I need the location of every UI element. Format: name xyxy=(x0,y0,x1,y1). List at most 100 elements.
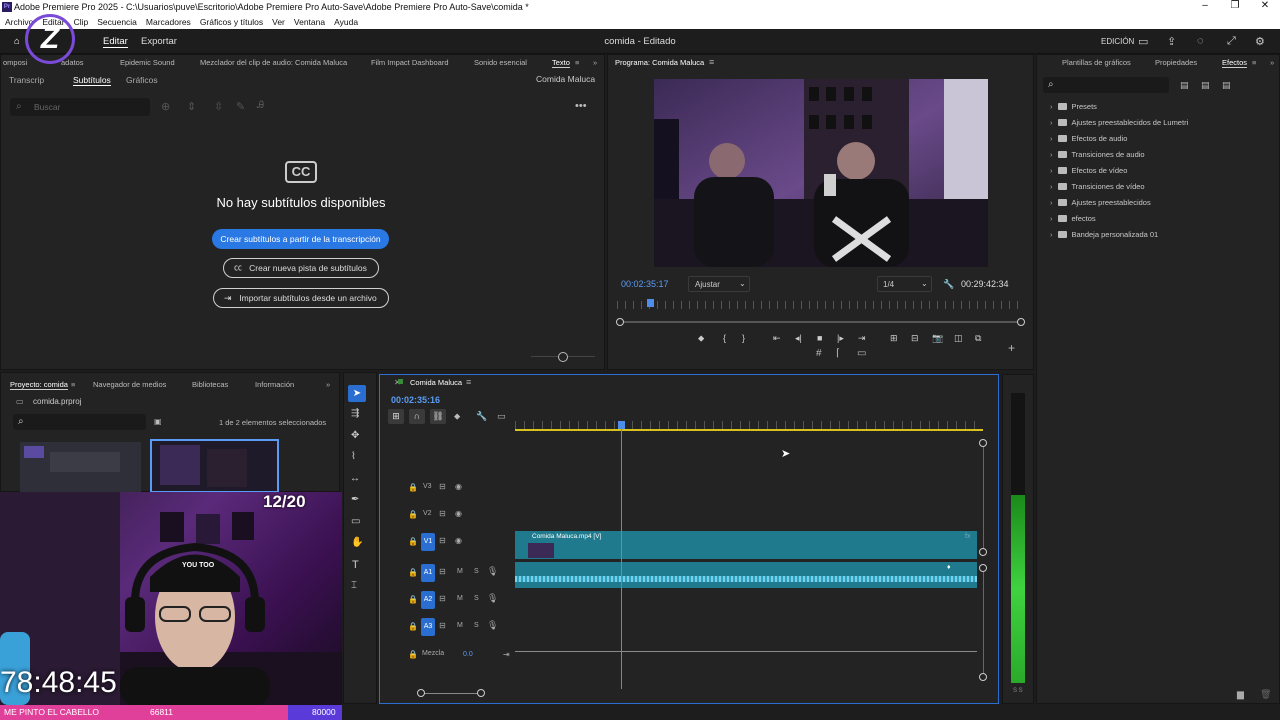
lift-icon[interactable]: ⊞ xyxy=(890,333,898,344)
track-id[interactable]: V2 xyxy=(423,510,432,517)
panel-overflow-icon[interactable]: » xyxy=(1270,58,1274,67)
mute-button[interactable]: M xyxy=(457,622,463,629)
stop-icon[interactable]: ■ xyxy=(817,333,822,343)
new-caption-track-button[interactable]: ㏄ Crear nueva pista de subtítulos xyxy=(223,258,379,278)
subtab-captions[interactable]: Subtítulos xyxy=(73,75,111,86)
work-area-bar[interactable] xyxy=(515,429,983,431)
caption-tool-icon[interactable]: ⌶ xyxy=(351,580,357,591)
effects-folder-7[interactable]: › efectos xyxy=(1050,214,1096,223)
solo-button[interactable]: S xyxy=(474,595,479,602)
panel-overflow-icon[interactable]: » xyxy=(593,58,597,67)
a-scroll-top[interactable] xyxy=(979,564,987,572)
lock-icon[interactable]: 🔒 xyxy=(408,483,418,492)
effects-folder-5[interactable]: › Transiciones de vídeo xyxy=(1050,182,1145,191)
thumbnail-clip-selected[interactable] xyxy=(150,439,279,493)
program-monitor-title[interactable]: Programa: Comida Maluca xyxy=(615,58,704,67)
menu-sequence[interactable]: Secuencia xyxy=(97,15,137,29)
rectangle-tool-icon[interactable]: ▭ xyxy=(351,516,360,527)
subtab-graphics[interactable]: Gráficos xyxy=(126,75,158,85)
safe-margins-icon[interactable]: # xyxy=(816,348,822,359)
tab-effects[interactable]: Efectos xyxy=(1222,58,1248,68)
scroll-right-handle[interactable] xyxy=(1017,318,1025,326)
v-scrollbar[interactable] xyxy=(983,447,984,548)
comparison-view-icon[interactable]: ◫ xyxy=(954,333,963,344)
tab-media-browser[interactable]: Navegador de medios xyxy=(93,380,166,389)
panel-menu-icon[interactable]: ≡ xyxy=(1252,58,1256,67)
zoom-scrollbar[interactable] xyxy=(420,693,480,694)
tab-composition[interactable]: omposi xyxy=(3,58,27,67)
workspaces-icon[interactable]: ▭ xyxy=(1138,35,1148,48)
crop-icon[interactable]: ⌈ xyxy=(836,348,840,359)
mark-in-icon[interactable]: { xyxy=(723,333,726,343)
effects-folder-4[interactable]: › Efectos de vídeo xyxy=(1050,166,1127,175)
razor-tool-icon[interactable]: ⌇ xyxy=(351,451,356,462)
tab-essential-sound[interactable]: Sonido esencial xyxy=(474,58,527,67)
eye-icon[interactable]: ◉ xyxy=(455,536,462,545)
eye-icon[interactable]: ◉ xyxy=(455,482,462,491)
progress-icon[interactable]: ◌ xyxy=(1197,35,1204,47)
solo-button[interactable]: S xyxy=(474,568,479,575)
delete-icon[interactable]: 🗑 xyxy=(1260,689,1271,700)
v-scroll-mid[interactable] xyxy=(979,548,987,556)
timeline-playhead-handle[interactable] xyxy=(618,421,626,429)
edit-icon[interactable]: ✎ xyxy=(236,100,245,113)
v-scroll-top[interactable] xyxy=(979,439,987,447)
track-target[interactable]: A2 xyxy=(421,591,435,609)
track-target[interactable]: A1 xyxy=(421,564,435,582)
selection-tool-icon[interactable]: ➤ xyxy=(348,385,366,402)
go-to-out-icon[interactable]: ⇥ xyxy=(858,333,866,344)
zoom-slider-handle[interactable] xyxy=(558,352,568,362)
quick-export-icon[interactable]: ⇪ xyxy=(1167,35,1176,48)
step-forward-icon[interactable]: |▸ xyxy=(837,333,844,344)
yuv-effects-icon[interactable]: ▤ xyxy=(1222,80,1231,91)
sync-lock-icon[interactable]: ⊟ xyxy=(439,536,446,545)
microphone-icon[interactable]: 🎙 xyxy=(487,620,498,631)
captions-toggle-icon[interactable]: ▭ xyxy=(497,411,506,422)
linked-selection-icon[interactable]: ⛓ xyxy=(430,409,446,424)
extract-icon[interactable]: ⊟ xyxy=(911,333,919,344)
program-playhead[interactable] xyxy=(646,299,654,307)
snap-icon[interactable]: ∩ xyxy=(409,409,425,424)
lock-icon[interactable]: 🔒 xyxy=(408,650,418,659)
panel-menu-icon[interactable]: ≡ xyxy=(575,58,579,67)
tab-properties[interactable]: Propiedades xyxy=(1155,58,1197,67)
step-back-icon[interactable]: ◂| xyxy=(795,333,802,344)
add-marker-icon[interactable]: ⬥ xyxy=(698,333,704,344)
tab-project[interactable]: Proyecto: comida xyxy=(10,380,68,390)
track-id[interactable]: V3 xyxy=(423,483,432,490)
nest-icon[interactable]: ⊞ xyxy=(388,409,404,424)
merge-caption-icon[interactable]: ⇳ xyxy=(214,100,223,113)
tab-info[interactable]: Información xyxy=(255,380,294,389)
program-timecode[interactable]: 00:02:35:17 xyxy=(621,279,669,289)
zoom-handle-right[interactable] xyxy=(477,689,485,697)
menu-markers[interactable]: Marcadores xyxy=(146,15,191,29)
tab-graphics-templates[interactable]: Plantillas de gráficos xyxy=(1062,58,1131,67)
lock-icon[interactable]: 🔒 xyxy=(408,537,418,546)
add-marker-icon[interactable]: ⬥ xyxy=(454,411,460,422)
track-select-tool-icon[interactable]: ⇶ xyxy=(351,408,359,419)
create-from-transcript-button[interactable]: Crear subtítulos a partir de la transcri… xyxy=(212,229,389,249)
add-button-icon[interactable]: + xyxy=(1008,341,1015,355)
minimize-icon[interactable]: – xyxy=(1190,0,1220,15)
panel-menu-icon[interactable]: ≡ xyxy=(71,380,75,389)
translate-icon[interactable]: Ꭿ xyxy=(257,100,264,111)
tab-audio-clip-mixer[interactable]: Mezclador del clip de audio: Comida Malu… xyxy=(200,58,347,67)
menu-window[interactable]: Ventana xyxy=(294,15,325,29)
program-video-frame[interactable] xyxy=(654,79,988,267)
lock-icon[interactable]: 🔒 xyxy=(408,595,418,604)
panel-menu-icon[interactable]: ≡ xyxy=(466,377,471,387)
program-time-ruler[interactable] xyxy=(617,301,1025,309)
eye-icon[interactable]: ◉ xyxy=(455,509,462,518)
panel-menu-icon[interactable]: ≡ xyxy=(709,57,714,67)
mark-out-icon[interactable]: } xyxy=(742,333,745,343)
slip-tool-icon[interactable]: ↔ xyxy=(350,473,360,484)
menu-clip[interactable]: Clip xyxy=(74,15,89,29)
effects-folder-3[interactable]: › Transiciones de audio xyxy=(1050,150,1145,159)
a-scrollbar[interactable] xyxy=(983,572,984,673)
effects-folder-8[interactable]: › Bandeja personalizada 01 xyxy=(1050,230,1158,239)
effects-folder-0[interactable]: › Presets xyxy=(1050,102,1097,111)
solo-button[interactable]: S xyxy=(474,622,479,629)
microphone-icon[interactable]: 🎙 xyxy=(487,566,498,577)
project-search-input[interactable]: ⌕ xyxy=(13,414,146,430)
sync-lock-icon[interactable]: ⊟ xyxy=(439,509,446,518)
